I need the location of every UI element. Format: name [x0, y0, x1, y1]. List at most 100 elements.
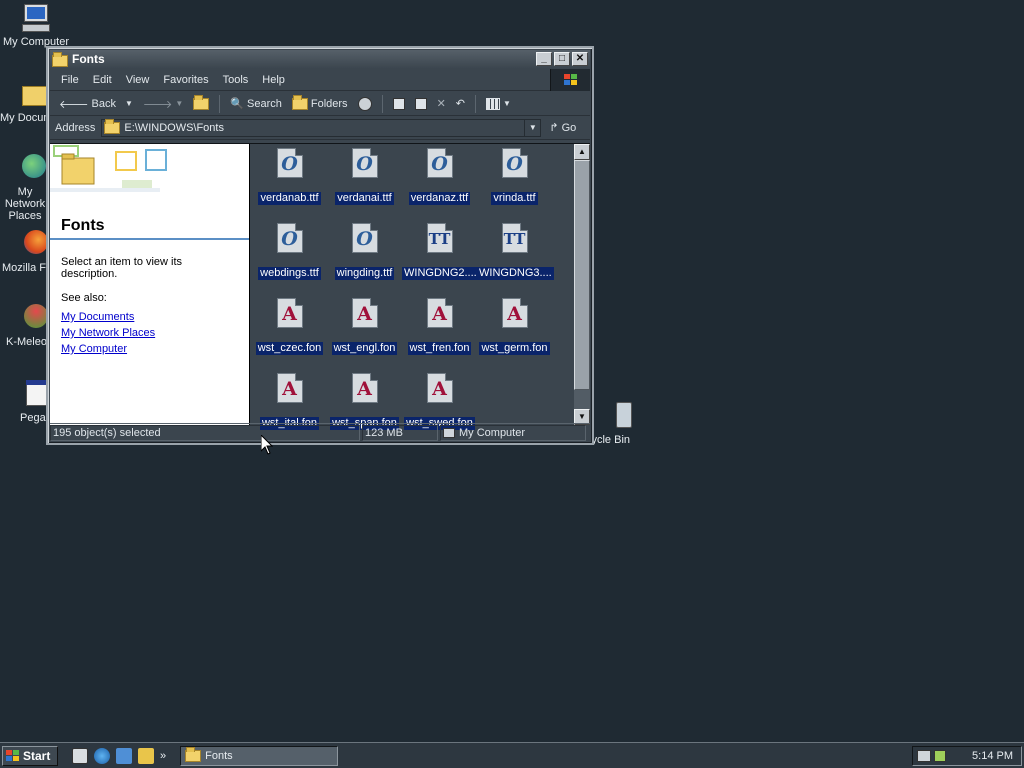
file-name: webdings.ttf: [258, 267, 321, 280]
volume-tray-icon[interactable]: [934, 750, 946, 762]
chevron-down-icon[interactable]: ▼: [175, 99, 183, 108]
minimize-button[interactable]: _: [536, 52, 552, 66]
truetype-font-icon: TT: [501, 223, 528, 253]
content-area: Fonts Select an item to view its descrip…: [50, 143, 590, 430]
views-grid-icon: [486, 97, 500, 110]
file-name: vrinda.ttf: [491, 192, 538, 205]
file-name: verdanab.ttf: [258, 192, 321, 205]
explorer-window[interactable]: Fonts _ □ ✕ File Edit View Favorites Too…: [46, 46, 594, 445]
menu-bar: File Edit View Favorites Tools Help: [50, 69, 590, 91]
opentype-font-icon: O: [276, 148, 303, 178]
views-button[interactable]: ▼: [483, 97, 514, 110]
link-my-documents[interactable]: My Documents: [50, 308, 249, 324]
taskbar: Start » Fonts 5:14 PM: [0, 742, 1024, 768]
folders-label: Folders: [310, 97, 348, 110]
file-item[interactable]: Awst_engl.fon: [327, 296, 402, 368]
file-name: wst_engl.fon: [331, 342, 398, 355]
copy-to-icon: [414, 97, 427, 110]
address-input[interactable]: E:\WINDOWS\Fonts ▼: [101, 118, 542, 137]
file-item[interactable]: Overdanaz.ttf: [402, 146, 477, 218]
file-item[interactable]: Awst_czec.fon: [252, 296, 327, 368]
font-glyph: A: [432, 303, 447, 325]
opentype-font-icon: O: [426, 148, 453, 178]
start-button[interactable]: Start: [2, 745, 58, 766]
move-to-button[interactable]: [390, 97, 408, 110]
scroll-thumb[interactable]: [574, 160, 590, 390]
file-item[interactable]: Awst_fren.fon: [402, 296, 477, 368]
file-item[interactable]: Overdanai.ttf: [327, 146, 402, 218]
media-icon[interactable]: [138, 747, 154, 764]
forward-button[interactable]: 🡒 ▼: [140, 97, 186, 111]
font-glyph: O: [281, 228, 298, 250]
history-button[interactable]: [355, 96, 375, 111]
start-label: Start: [23, 748, 51, 763]
menu-favorites[interactable]: Favorites: [156, 74, 215, 86]
undo-icon: ↶: [455, 98, 465, 110]
file-item[interactable]: Owebdings.ttf: [252, 221, 327, 293]
internet-explorer-icon[interactable]: [94, 747, 110, 764]
delete-button[interactable]: ✕: [434, 97, 449, 110]
folders-button[interactable]: Folders: [289, 94, 351, 110]
copy-to-button[interactable]: [412, 97, 430, 110]
title-bar[interactable]: Fonts _ □ ✕: [50, 50, 590, 68]
go-arrow-icon: ↱: [549, 122, 559, 134]
go-button[interactable]: ↱ Go: [549, 121, 576, 135]
folder-icon: [52, 51, 68, 67]
menu-help[interactable]: Help: [255, 74, 292, 86]
outlook-express-icon[interactable]: [116, 747, 132, 764]
chevron-down-icon[interactable]: ▼: [503, 99, 511, 108]
raster-font-icon: A: [276, 298, 303, 328]
clock[interactable]: 5:14 PM: [972, 750, 1013, 762]
computer-icon: [443, 427, 455, 438]
address-dropdown-button[interactable]: ▼: [524, 119, 541, 136]
font-glyph: O: [281, 153, 298, 175]
file-name: verdanaz.ttf: [408, 192, 471, 205]
show-desktop-icon[interactable]: [72, 747, 88, 764]
opentype-font-icon: O: [351, 148, 378, 178]
file-name: wst_germ.fon: [479, 342, 550, 355]
back-button[interactable]: 🡐 Back ▼: [56, 97, 136, 111]
toolbar-separator: [475, 94, 476, 113]
network-tray-icon[interactable]: [917, 750, 931, 762]
file-name: wst_fren.fon: [407, 342, 472, 355]
undo-button[interactable]: ↶: [453, 97, 468, 110]
file-item[interactable]: Overdanab.ttf: [252, 146, 327, 218]
vertical-scrollbar[interactable]: ▲ ▼: [574, 144, 590, 425]
desktop-icon-label: My Documents: [0, 112, 48, 124]
scroll-up-button[interactable]: ▲: [574, 144, 590, 160]
chevron-more-icon[interactable]: »: [160, 750, 166, 762]
delete-x-icon: ✕: [436, 98, 446, 110]
toolbar: 🡐 Back ▼ 🡒 ▼ 🔍 Search Folders ✕ ↶ ▼: [50, 92, 590, 116]
file-item[interactable]: Awst_germ.fon: [477, 296, 552, 368]
back-arrow-icon: 🡐: [59, 98, 89, 111]
raster-font-icon: A: [501, 298, 528, 328]
opentype-font-icon: O: [276, 223, 303, 253]
taskbar-button-fonts[interactable]: Fonts: [180, 745, 339, 766]
file-name: verdanai.ttf: [335, 192, 394, 205]
address-bar: Address E:\WINDOWS\Fonts ▼ ↱ Go: [50, 116, 590, 140]
system-tray: 5:14 PM: [912, 746, 1022, 766]
search-button[interactable]: 🔍 Search: [227, 97, 285, 111]
file-item[interactable]: TT WINGDNG2....: [402, 221, 479, 293]
folder-icon: [185, 746, 202, 762]
up-folder-button[interactable]: [190, 94, 212, 110]
menu-view[interactable]: View: [119, 74, 157, 86]
link-my-network-places[interactable]: My Network Places: [50, 324, 249, 340]
menu-file[interactable]: File: [54, 74, 86, 86]
link-my-computer[interactable]: My Computer: [50, 340, 249, 356]
menu-edit[interactable]: Edit: [86, 74, 119, 86]
file-item[interactable]: Ovrinda.ttf: [477, 146, 552, 218]
chevron-down-icon[interactable]: ▼: [125, 99, 133, 108]
desktop-icon-my-computer[interactable]: My Computer: [0, 2, 74, 48]
file-item[interactable]: TT WINGDNG3....: [477, 221, 554, 293]
maximize-button[interactable]: □: [554, 52, 570, 66]
close-button[interactable]: ✕: [572, 52, 588, 66]
font-glyph: A: [282, 378, 297, 400]
pane-description: Select an item to view its description.: [61, 256, 183, 280]
file-item[interactable]: Owingding.ttf: [327, 221, 402, 293]
file-list[interactable]: Overdanab.ttf Overdanai.ttf Overdanaz.ttf O…: [250, 144, 590, 430]
menu-tools[interactable]: Tools: [216, 74, 256, 86]
font-glyph: A: [507, 303, 522, 325]
raster-font-icon: A: [351, 373, 378, 403]
history-icon: [357, 96, 372, 111]
